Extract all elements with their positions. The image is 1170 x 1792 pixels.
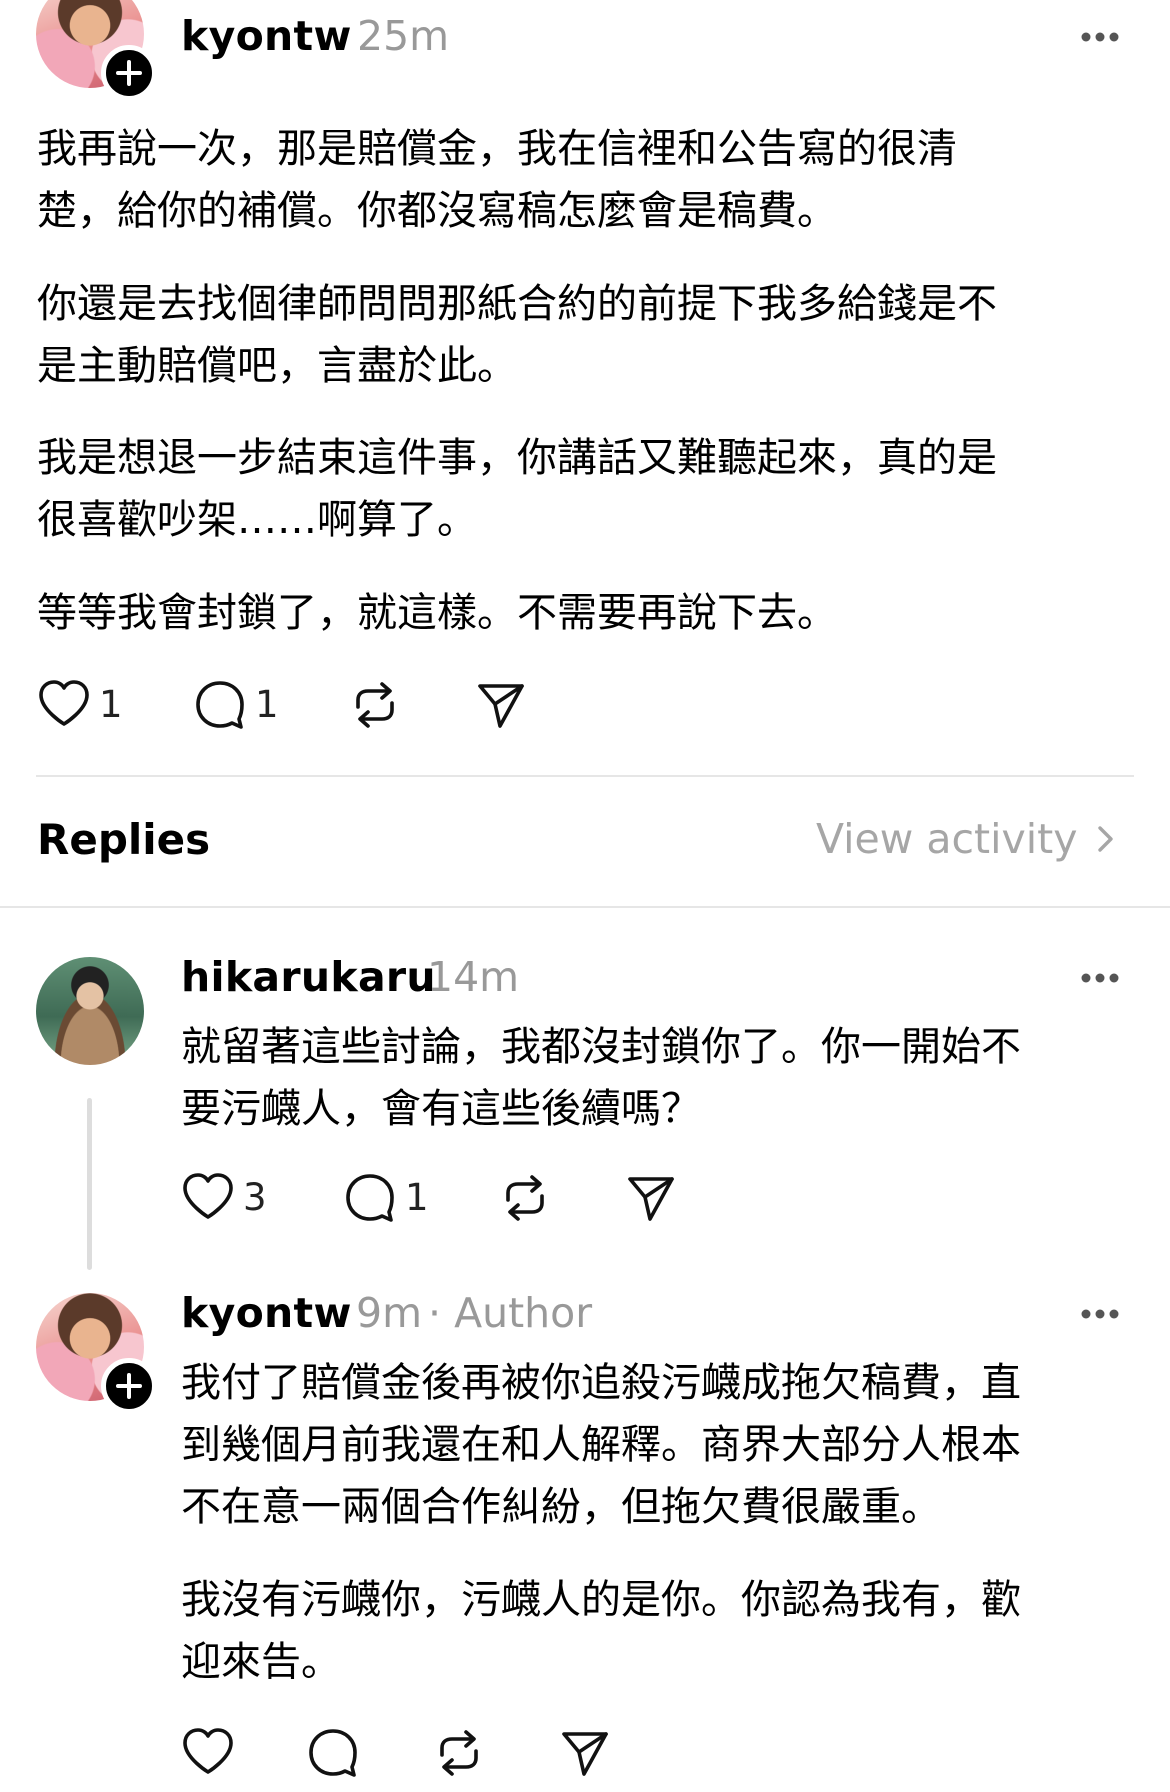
- follow-button[interactable]: [101, 45, 157, 101]
- plus-icon: [116, 1373, 142, 1399]
- follow-button[interactable]: [101, 1358, 157, 1414]
- reply-paragraph: 我付了賠償金後再被你追殺污衊成拖欠稿費，直 到幾個月前我還在和人解釋。商界大部分…: [181, 1352, 1021, 1538]
- text-line: 到幾個月前我還在和人解釋。商界大部分人根本: [181, 1422, 1021, 1468]
- avatar[interactable]: [36, 957, 144, 1065]
- divider: [36, 775, 1134, 777]
- share-button[interactable]: [475, 680, 527, 730]
- more-icon[interactable]: [1080, 31, 1120, 43]
- text-line: 我付了賠償金後再被你追殺污衊成拖欠稿費，直: [181, 1360, 1021, 1406]
- like-button[interactable]: [181, 1726, 243, 1778]
- post-paragraph: 你還是去找個律師問問那紙合約的前提下我多給錢是不 是主動賠償吧，言盡於此。: [37, 273, 997, 397]
- comment-button[interactable]: 1: [193, 678, 279, 730]
- replies-heading: Replies: [37, 815, 211, 864]
- like-count: 3: [243, 1175, 267, 1219]
- repost-icon: [356, 682, 394, 728]
- reply-paragraph: 就留著這些討論，我都沒封鎖你了。你一開始不 要污衊人，會有這些後續嗎？: [181, 1016, 1021, 1140]
- text-line: 等等我會封鎖了，就這樣。不需要再說下去。: [37, 590, 837, 636]
- comment-icon: [346, 1174, 394, 1222]
- share-button[interactable]: [625, 1173, 677, 1223]
- text-line: 楚，給你的補償。你都沒寫稿怎麼會是稿費。: [37, 188, 837, 234]
- text-line: 你還是去找個律師問問那紙合約的前提下我多給錢是不: [37, 281, 997, 327]
- post-paragraph: 我是想退一步結束這件事，你講話又難聽起來，真的是 很喜歡吵架……啊算了。: [37, 427, 997, 551]
- username[interactable]: hikarukaru: [181, 953, 436, 1001]
- comment-button[interactable]: 1: [343, 1171, 429, 1223]
- thread-line: [87, 1098, 92, 1270]
- comment-button[interactable]: [306, 1726, 368, 1778]
- post-paragraph: 我再說一次，那是賠償金，我在信裡和公告寫的很清 楚，給你的補償。你都沒寫稿怎麼會…: [37, 118, 957, 242]
- send-icon: [562, 1732, 608, 1776]
- comment-icon: [309, 1729, 357, 1777]
- text-line: 不在意一兩個合作糾紛，但拖欠費很嚴重。: [181, 1484, 941, 1530]
- like-count: 1: [99, 682, 123, 726]
- text-line: 我是想退一步結束這件事，你講話又難聽起來，真的是: [37, 435, 997, 481]
- text-line: 是主動賠償吧，言盡於此。: [37, 343, 517, 389]
- view-activity-label: View activity: [816, 815, 1078, 863]
- text-line: 我再說一次，那是賠償金，我在信裡和公告寫的很清: [37, 126, 957, 172]
- text-line: 要污衊人，會有這些後續嗎？: [181, 1086, 701, 1132]
- text-line: 迎來告。: [181, 1639, 341, 1685]
- post-time: 25m: [357, 12, 450, 60]
- send-icon: [628, 1177, 674, 1221]
- heart-icon: [39, 680, 89, 726]
- post-paragraph: 等等我會封鎖了，就這樣。不需要再說下去。: [37, 582, 837, 644]
- reply-paragraph: 我沒有污衊你，污衊人的是你。你認為我有，歡 迎來告。: [181, 1569, 1021, 1693]
- text-line: 我沒有污衊你，污衊人的是你。你認為我有，歡: [181, 1577, 1021, 1623]
- send-icon: [478, 684, 524, 728]
- more-icon[interactable]: [1080, 972, 1120, 984]
- username[interactable]: kyontw: [181, 12, 352, 60]
- repost-button[interactable]: [499, 1173, 551, 1223]
- plus-icon: [116, 60, 142, 86]
- comment-count: 1: [405, 1175, 429, 1219]
- like-button[interactable]: 1: [37, 678, 123, 730]
- reply-time: 9m: [356, 1289, 423, 1337]
- like-button[interactable]: 3: [181, 1171, 267, 1223]
- text-line: 很喜歡吵架……啊算了。: [37, 497, 477, 543]
- heart-icon: [183, 1728, 233, 1774]
- more-icon[interactable]: [1080, 1308, 1120, 1320]
- username[interactable]: kyontw: [181, 1289, 352, 1337]
- repost-button[interactable]: [349, 680, 401, 730]
- chevron-right-icon: [1098, 826, 1114, 852]
- view-activity-link[interactable]: View activity: [816, 815, 1119, 863]
- comment-count: 1: [255, 682, 279, 726]
- repost-icon: [506, 1175, 544, 1221]
- text-line: 就留著這些討論，我都沒封鎖你了。你一開始不: [181, 1024, 1021, 1070]
- author-tag: · Author: [428, 1289, 593, 1337]
- comment-icon: [196, 681, 244, 729]
- reply-time: 14m: [427, 953, 520, 1001]
- heart-icon: [183, 1173, 233, 1219]
- share-button[interactable]: [559, 1728, 611, 1778]
- repost-icon: [440, 1730, 478, 1776]
- section-divider: [0, 906, 1170, 908]
- repost-button[interactable]: [433, 1728, 485, 1778]
